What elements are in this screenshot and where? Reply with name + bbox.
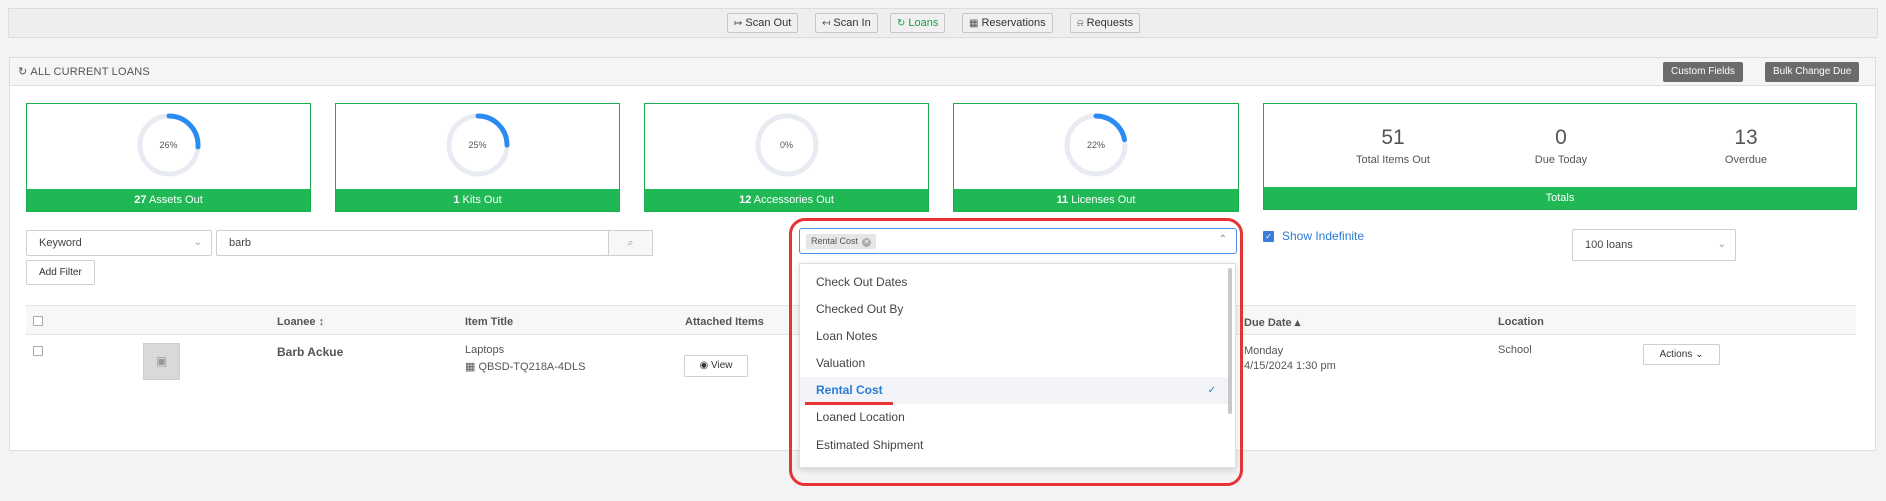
due-date: 4/15/2024 1:30 pm [1244,360,1336,372]
filter-field-value: Keyword [39,237,82,249]
filter-field-select[interactable]: Keyword ⌄ [26,230,212,256]
loans-label: Loans [908,17,939,29]
select-all-checkbox[interactable] [33,316,43,326]
location: School [1498,344,1532,356]
totals-card: 51 Total Items Out 0 Due Today 13 Overdu… [1263,103,1857,210]
highlight-annotation [789,218,1243,486]
panel-header: ↻ ALL CURRENT LOANS Custom Fields Bulk Ch… [10,58,1875,86]
kits-percent: 25% [468,140,487,150]
sort-up-icon: ▴ [1294,317,1301,329]
camera-icon: ▣ [155,354,168,368]
kits-out-footer: 1 Kits Out [336,189,619,211]
refresh-icon: ↻ [18,66,28,78]
loanee-name[interactable]: Barb Ackue [277,345,343,359]
accessories-out-label: Accessories Out [753,194,834,206]
assets-out-count: 27 [134,194,147,206]
reservations-button[interactable]: ▦ Reservations [962,13,1053,33]
avatar: ▣ [143,343,180,380]
scan-in-label: Scan In [833,17,871,29]
header-due-date[interactable]: Due Date ▴ [1244,316,1300,329]
show-indefinite-checkbox[interactable]: ✓ [1263,231,1274,242]
assets-out-footer: 27 Assets Out [27,189,310,211]
bulk-change-due-button[interactable]: Bulk Change Due [1765,62,1860,82]
actions-button[interactable]: Actions ⌄ [1643,344,1720,365]
licenses-percent: 22% [1086,140,1105,150]
licenses-out-count: 11 [1056,194,1069,206]
due-day: Monday [1244,345,1284,357]
sign-out-icon: ↦ [734,18,743,29]
search-input[interactable]: barb [216,230,609,256]
due-today-value: 0 [1555,126,1567,149]
licenses-out-label: Licenses Out [1071,194,1136,206]
header-item-title[interactable]: Item Title [465,316,513,328]
scan-out-button[interactable]: ↦ Scan Out [727,13,799,33]
total-items-out-value: 51 [1381,126,1405,149]
panel-title: ↻ ALL CURRENT LOANS [18,65,150,78]
item-code: ▦ QBSD-TQ218A-4DLS [465,360,585,373]
assets-percent: 26% [159,140,178,150]
licenses-out-footer: 11 Licenses Out [954,189,1238,211]
search-button[interactable]: ⌕ [608,230,653,256]
requests-button[interactable]: ⍾ Requests [1070,13,1141,33]
kits-out-card: 25% 1 Kits Out [335,103,620,212]
search-input-value: barb [229,237,252,249]
kits-out-label: Kits Out [462,194,502,206]
page-size-select[interactable]: 100 loans ⌄ [1572,229,1736,261]
accessories-percent: 0% [779,140,793,150]
item-title[interactable]: Laptops [465,344,504,356]
scan-out-label: Scan Out [745,17,792,29]
bell-icon: ⍾ [1077,18,1084,29]
reservations-label: Reservations [981,17,1046,29]
header-location[interactable]: Location [1498,316,1544,328]
actions-label: Actions [1659,349,1693,360]
add-filter-button[interactable]: Add Filter [26,260,95,285]
total-items-out-label: Total Items Out [1356,154,1430,166]
assets-out-card: 26% 27 Assets Out [26,103,311,212]
header-attached-items[interactable]: Attached Items [685,316,764,328]
chevron-down-icon: ⌄ [1695,349,1704,360]
show-indefinite-label[interactable]: Show Indefinite [1282,229,1364,243]
overdue-value: 13 [1734,126,1758,149]
panel-title-text: ALL CURRENT LOANS [30,66,150,78]
sort-icon: ↕ [318,316,325,328]
licenses-out-card: 22% 11 Licenses Out [953,103,1239,212]
assets-progress-ring: 26% [136,112,202,178]
totals-footer: Totals [1264,187,1856,209]
chevron-down-icon: ⌄ [193,237,202,248]
view-label: View [711,360,733,371]
kits-out-count: 1 [453,194,460,206]
overdue-label: Overdue [1724,154,1768,166]
underline-annotation [805,402,893,405]
view-button[interactable]: ◉ View [684,355,748,377]
custom-fields-button[interactable]: Custom Fields [1663,62,1743,82]
refresh-icon: ↻ [897,18,906,29]
requests-label: Requests [1086,17,1134,29]
top-nav-bar: ↦ Scan Out ↤ Scan In ↻ Loans ▦ Reservations … [8,8,1878,38]
qr-code-icon: ▦ [465,361,476,373]
eye-icon: ◉ [699,360,709,371]
accessories-out-card: 0% 12 Accessories Out [644,103,929,212]
chevron-down-icon: ⌄ [1717,239,1726,250]
kits-progress-ring: 25% [445,112,511,178]
header-loanee-label: Loanee [277,316,316,328]
header-due-date-label: Due Date [1244,317,1292,329]
sign-in-icon: ↤ [822,18,831,29]
calendar-icon: ▦ [969,18,979,29]
accessories-progress-ring: 0% [754,112,820,178]
accessories-out-count: 12 [739,194,752,206]
header-loanee[interactable]: Loanee ↕ [277,316,324,328]
item-code-text: QBSD-TQ218A-4DLS [478,361,586,373]
row-checkbox[interactable] [33,346,43,356]
page-size-value: 100 loans [1585,239,1633,251]
assets-out-label: Assets Out [148,194,203,206]
search-icon: ⌕ [627,237,634,249]
accessories-out-footer: 12 Accessories Out [645,189,928,211]
loans-button[interactable]: ↻ Loans [890,13,946,33]
scan-in-button[interactable]: ↤ Scan In [815,13,878,33]
due-today-label: Due Today [1534,154,1588,166]
licenses-progress-ring: 22% [1063,112,1129,178]
